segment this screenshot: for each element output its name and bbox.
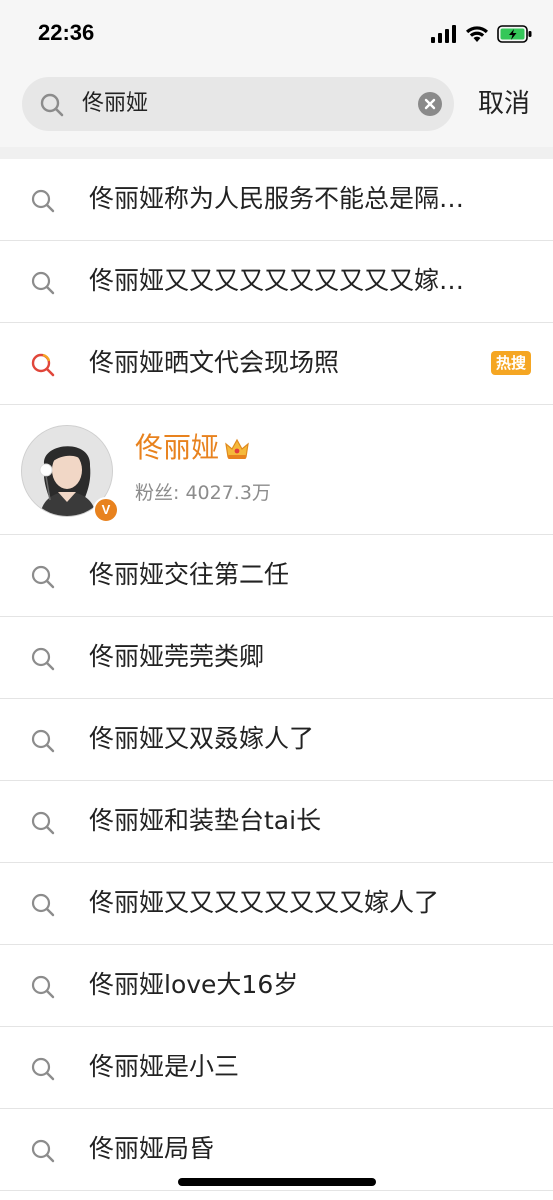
search-icon bbox=[31, 893, 55, 917]
search-icon bbox=[31, 729, 55, 753]
suggestion-text: 佟丽娅交往第二任 bbox=[89, 560, 290, 589]
suggestion-text: 佟丽娅又双叒嫁人了 bbox=[89, 724, 315, 753]
battery-icon bbox=[497, 25, 532, 43]
search-icon bbox=[31, 1057, 55, 1081]
suggestion-text: 佟丽娅晒文代会现场照 bbox=[89, 348, 340, 377]
status-time: 22:36 bbox=[38, 20, 95, 45]
hot-badge: 热搜 bbox=[490, 351, 531, 375]
suggestion-item[interactable]: 佟丽娅称为人民服务不能总是隔… bbox=[0, 159, 553, 241]
user-name[interactable]: 佟丽娅 bbox=[135, 429, 219, 467]
section-divider bbox=[0, 147, 553, 159]
suggestion-item[interactable]: 佟丽娅是小三 bbox=[0, 1027, 553, 1109]
verified-badge: V bbox=[93, 497, 119, 523]
suggestion-text: 佟丽娅是小三 bbox=[89, 1052, 240, 1081]
search-icon bbox=[31, 565, 55, 589]
suggestion-item[interactable]: 佟丽娅又又又又又又又又又又嫁… bbox=[0, 241, 553, 323]
user-result[interactable]: V 佟丽娅 粉丝: 4027.3万 bbox=[0, 405, 553, 535]
app-screen: 22:36 佟丽娅 取消 佟丽娅称为人民服务不能总是隔… 佟丽娅又又又又又又又又… bbox=[0, 0, 553, 1200]
status-icons bbox=[431, 22, 533, 46]
suggestion-item[interactable]: 佟丽娅交往第二任 bbox=[0, 535, 553, 617]
search-query[interactable]: 佟丽娅 bbox=[82, 90, 148, 118]
search-icon bbox=[31, 647, 55, 671]
clear-search-button[interactable] bbox=[418, 92, 442, 116]
suggestion-item[interactable]: 佟丽娅又又又又又又又又嫁人了 bbox=[0, 863, 553, 945]
suggestion-item[interactable]: 佟丽娅和装垫台tai长 bbox=[0, 781, 553, 863]
hot-search-icon bbox=[31, 353, 55, 377]
signal-icon bbox=[431, 25, 456, 43]
suggestion-item[interactable]: 佟丽娅晒文代会现场照 热搜 bbox=[0, 323, 553, 405]
suggestion-text: 佟丽娅称为人民服务不能总是隔… bbox=[89, 184, 465, 213]
crown-icon bbox=[225, 438, 249, 459]
wifi-icon bbox=[466, 26, 488, 42]
cancel-button[interactable]: 取消 bbox=[478, 87, 530, 121]
home-indicator bbox=[178, 1178, 376, 1186]
suggestion-text: 佟丽娅love大16岁 bbox=[89, 970, 299, 999]
suggestion-text: 佟丽娅又又又又又又又又又又嫁… bbox=[89, 266, 465, 295]
header-area: 22:36 佟丽娅 取消 bbox=[0, 0, 553, 147]
suggestion-text: 佟丽娅局昏 bbox=[89, 1134, 215, 1163]
search-icon bbox=[31, 1139, 55, 1163]
search-icon bbox=[31, 189, 55, 213]
suggestion-item[interactable]: 佟丽娅love大16岁 bbox=[0, 945, 553, 1027]
suggestion-item[interactable]: 佟丽娅莞莞类卿 bbox=[0, 617, 553, 699]
suggestion-text: 佟丽娅莞莞类卿 bbox=[89, 642, 265, 671]
user-fans-count: 粉丝: 4027.3万 bbox=[135, 482, 271, 504]
close-icon bbox=[424, 98, 436, 110]
search-icon bbox=[31, 975, 55, 999]
search-icon bbox=[31, 271, 55, 295]
search-icon bbox=[40, 93, 64, 117]
suggestion-text: 佟丽娅又又又又又又又又嫁人了 bbox=[89, 888, 440, 917]
search-icon bbox=[31, 811, 55, 835]
suggestion-item[interactable]: 佟丽娅又双叒嫁人了 bbox=[0, 699, 553, 781]
suggestion-text: 佟丽娅和装垫台tai长 bbox=[89, 806, 322, 835]
suggestion-list: 佟丽娅称为人民服务不能总是隔… 佟丽娅又又又又又又又又又又嫁… 佟丽娅晒文代会现场照… bbox=[0, 159, 553, 1191]
search-input[interactable]: 佟丽娅 bbox=[22, 77, 454, 131]
